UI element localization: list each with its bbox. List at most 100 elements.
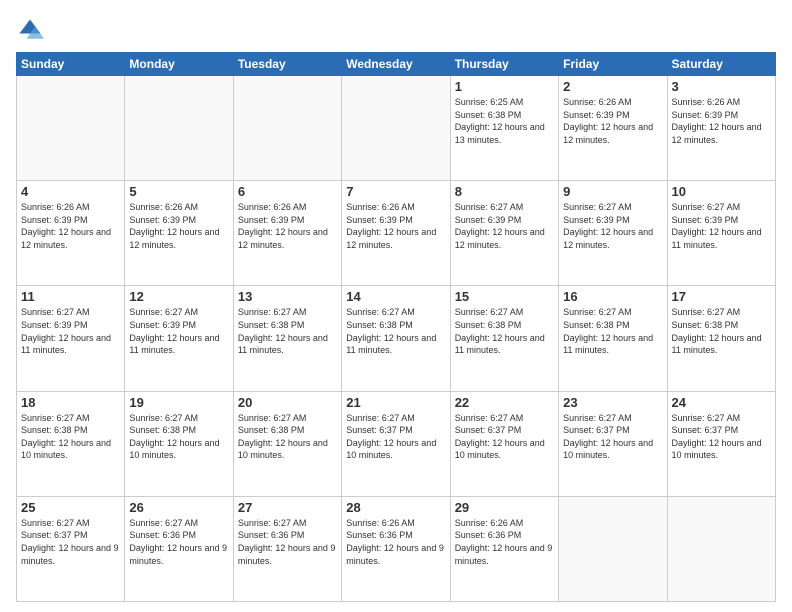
cell-day-number: 9: [563, 184, 662, 199]
cell-info: Sunrise: 6:26 AMSunset: 6:36 PMDaylight:…: [455, 517, 554, 567]
calendar-cell: 7 Sunrise: 6:26 AMSunset: 6:39 PMDaylight…: [342, 181, 450, 286]
calendar-cell: 18 Sunrise: 6:27 AMSunset: 6:38 PMDayligh…: [17, 391, 125, 496]
calendar-cell: 26 Sunrise: 6:27 AMSunset: 6:36 PMDayligh…: [125, 496, 233, 601]
calendar-cell: 15Sunrise: 6:27 AMSunset: 6:38 PMDayligh…: [450, 286, 558, 391]
cell-day-number: 13: [238, 289, 337, 304]
calendar-week-row: 25 Sunrise: 6:27 AMSunset: 6:37 PMDayligh…: [17, 496, 776, 601]
cell-info: Sunrise: 6:27 AMSunset: 6:38 PMDaylight:…: [238, 412, 337, 462]
cell-info: Sunrise: 6:26 AMSunset: 6:39 PMDaylight:…: [129, 201, 228, 251]
cell-day-number: 10: [672, 184, 771, 199]
cell-info: Sunrise: 6:27 AMSunset: 6:36 PMDaylight:…: [129, 517, 228, 567]
cell-day-number: 8: [455, 184, 554, 199]
calendar-cell: 10Sunrise: 6:27 AMSunset: 6:39 PMDayligh…: [667, 181, 775, 286]
cell-info: Sunrise: 6:27 AMSunset: 6:37 PMDaylight:…: [21, 517, 120, 567]
cell-day-number: 11: [21, 289, 120, 304]
cell-info: Sunrise: 6:27 AMSunset: 6:37 PMDaylight:…: [346, 412, 445, 462]
calendar-cell: 29Sunrise: 6:26 AMSunset: 6:36 PMDayligh…: [450, 496, 558, 601]
cell-day-number: 16: [563, 289, 662, 304]
calendar-cell: 12 Sunrise: 6:27 AMSunset: 6:39 PMDayligh…: [125, 286, 233, 391]
cell-info: Sunrise: 6:26 AMSunset: 6:39 PMDaylight:…: [672, 96, 771, 146]
calendar-cell: 20 Sunrise: 6:27 AMSunset: 6:38 PMDayligh…: [233, 391, 341, 496]
calendar-cell: 1 Sunrise: 6:25 AMSunset: 6:38 PMDaylight…: [450, 76, 558, 181]
header: [16, 16, 776, 44]
cell-info: Sunrise: 6:25 AMSunset: 6:38 PMDaylight:…: [455, 96, 554, 146]
cell-day-number: 15: [455, 289, 554, 304]
calendar-table: SundayMondayTuesdayWednesdayThursdayFrid…: [16, 52, 776, 602]
cell-day-number: 22: [455, 395, 554, 410]
calendar-cell: 5 Sunrise: 6:26 AMSunset: 6:39 PMDaylight…: [125, 181, 233, 286]
cell-day-number: 5: [129, 184, 228, 199]
cell-day-number: 27: [238, 500, 337, 515]
calendar-cell: 8Sunrise: 6:27 AMSunset: 6:39 PMDaylight…: [450, 181, 558, 286]
cell-info: Sunrise: 6:26 AMSunset: 6:36 PMDaylight:…: [346, 517, 445, 567]
calendar-cell: 14 Sunrise: 6:27 AMSunset: 6:38 PMDayligh…: [342, 286, 450, 391]
cell-info: Sunrise: 6:27 AMSunset: 6:39 PMDaylight:…: [563, 201, 662, 251]
weekday-header: Wednesday: [342, 53, 450, 76]
cell-day-number: 14: [346, 289, 445, 304]
cell-day-number: 24: [672, 395, 771, 410]
cell-info: Sunrise: 6:27 AMSunset: 6:38 PMDaylight:…: [672, 306, 771, 356]
calendar-week-row: 4 Sunrise: 6:26 AMSunset: 6:39 PMDaylight…: [17, 181, 776, 286]
calendar-cell: 25 Sunrise: 6:27 AMSunset: 6:37 PMDayligh…: [17, 496, 125, 601]
weekday-header: Friday: [559, 53, 667, 76]
weekday-header: Monday: [125, 53, 233, 76]
calendar-cell: 2Sunrise: 6:26 AMSunset: 6:39 PMDaylight…: [559, 76, 667, 181]
cell-info: Sunrise: 6:26 AMSunset: 6:39 PMDaylight:…: [238, 201, 337, 251]
calendar-cell: 13 Sunrise: 6:27 AMSunset: 6:38 PMDayligh…: [233, 286, 341, 391]
weekday-header: Thursday: [450, 53, 558, 76]
calendar-cell: 11 Sunrise: 6:27 AMSunset: 6:39 PMDayligh…: [17, 286, 125, 391]
cell-info: Sunrise: 6:27 AMSunset: 6:37 PMDaylight:…: [563, 412, 662, 462]
cell-info: Sunrise: 6:27 AMSunset: 6:37 PMDaylight:…: [672, 412, 771, 462]
calendar-cell: 21 Sunrise: 6:27 AMSunset: 6:37 PMDayligh…: [342, 391, 450, 496]
cell-info: Sunrise: 6:27 AMSunset: 6:38 PMDaylight:…: [563, 306, 662, 356]
cell-day-number: 6: [238, 184, 337, 199]
cell-day-number: 17: [672, 289, 771, 304]
cell-info: Sunrise: 6:27 AMSunset: 6:38 PMDaylight:…: [21, 412, 120, 462]
cell-info: Sunrise: 6:27 AMSunset: 6:36 PMDaylight:…: [238, 517, 337, 567]
calendar-cell: 24 Sunrise: 6:27 AMSunset: 6:37 PMDayligh…: [667, 391, 775, 496]
page: SundayMondayTuesdayWednesdayThursdayFrid…: [0, 0, 792, 612]
calendar-cell: 23 Sunrise: 6:27 AMSunset: 6:37 PMDayligh…: [559, 391, 667, 496]
calendar-cell: 6 Sunrise: 6:26 AMSunset: 6:39 PMDaylight…: [233, 181, 341, 286]
calendar-cell: 9 Sunrise: 6:27 AMSunset: 6:39 PMDaylight…: [559, 181, 667, 286]
cell-info: Sunrise: 6:27 AMSunset: 6:38 PMDaylight:…: [238, 306, 337, 356]
calendar-week-row: 18 Sunrise: 6:27 AMSunset: 6:38 PMDayligh…: [17, 391, 776, 496]
cell-day-number: 21: [346, 395, 445, 410]
weekday-header: Sunday: [17, 53, 125, 76]
cell-day-number: 7: [346, 184, 445, 199]
cell-day-number: 19: [129, 395, 228, 410]
cell-info: Sunrise: 6:27 AMSunset: 6:39 PMDaylight:…: [129, 306, 228, 356]
calendar-cell: [667, 496, 775, 601]
calendar-cell: 28Sunrise: 6:26 AMSunset: 6:36 PMDayligh…: [342, 496, 450, 601]
calendar-cell: 16 Sunrise: 6:27 AMSunset: 6:38 PMDayligh…: [559, 286, 667, 391]
cell-day-number: 2: [563, 79, 662, 94]
cell-day-number: 26: [129, 500, 228, 515]
calendar-week-row: 11 Sunrise: 6:27 AMSunset: 6:39 PMDayligh…: [17, 286, 776, 391]
calendar-cell: [233, 76, 341, 181]
calendar-cell: 17 Sunrise: 6:27 AMSunset: 6:38 PMDayligh…: [667, 286, 775, 391]
cell-day-number: 1: [455, 79, 554, 94]
weekday-header: Saturday: [667, 53, 775, 76]
cell-day-number: 25: [21, 500, 120, 515]
cell-day-number: 20: [238, 395, 337, 410]
cell-info: Sunrise: 6:27 AMSunset: 6:38 PMDaylight:…: [129, 412, 228, 462]
cell-day-number: 23: [563, 395, 662, 410]
logo-icon: [16, 16, 44, 44]
logo: [16, 16, 48, 44]
cell-info: Sunrise: 6:27 AMSunset: 6:38 PMDaylight:…: [346, 306, 445, 356]
cell-day-number: 12: [129, 289, 228, 304]
cell-info: Sunrise: 6:26 AMSunset: 6:39 PMDaylight:…: [346, 201, 445, 251]
calendar-cell: 3 Sunrise: 6:26 AMSunset: 6:39 PMDaylight…: [667, 76, 775, 181]
calendar-cell: [559, 496, 667, 601]
calendar-cell: [342, 76, 450, 181]
cell-day-number: 3: [672, 79, 771, 94]
calendar-cell: 22 Sunrise: 6:27 AMSunset: 6:37 PMDayligh…: [450, 391, 558, 496]
calendar-cell: [125, 76, 233, 181]
calendar-cell: 27 Sunrise: 6:27 AMSunset: 6:36 PMDayligh…: [233, 496, 341, 601]
cell-day-number: 18: [21, 395, 120, 410]
calendar-cell: 19 Sunrise: 6:27 AMSunset: 6:38 PMDayligh…: [125, 391, 233, 496]
calendar-header-row: SundayMondayTuesdayWednesdayThursdayFrid…: [17, 53, 776, 76]
cell-info: Sunrise: 6:27 AMSunset: 6:37 PMDaylight:…: [455, 412, 554, 462]
cell-day-number: 4: [21, 184, 120, 199]
cell-info: Sunrise: 6:27 AMSunset: 6:39 PMDaylight:…: [21, 306, 120, 356]
